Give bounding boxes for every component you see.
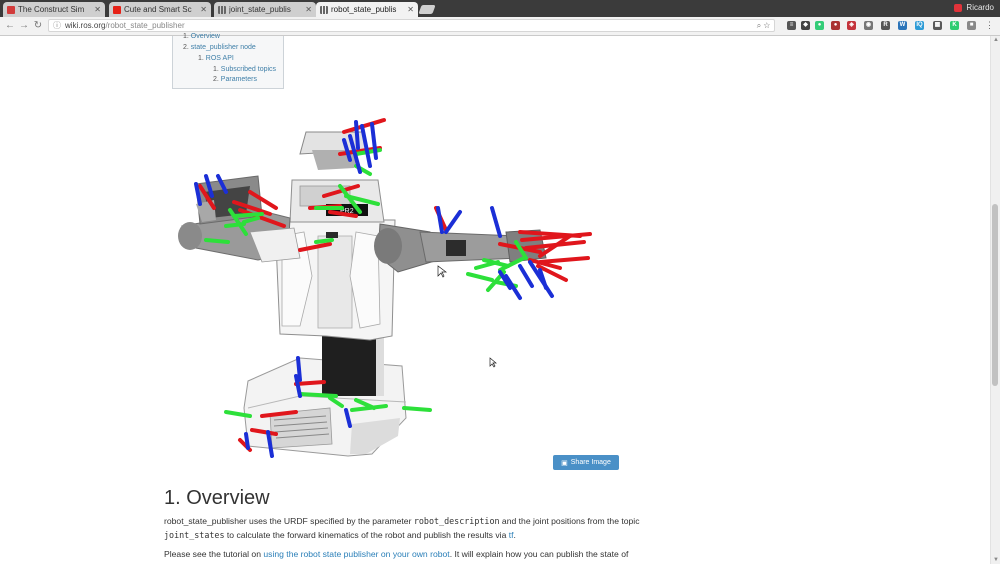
menu-icon[interactable]: ⋮ [985, 20, 994, 31]
grid-icon[interactable]: ▦ [933, 21, 942, 30]
tab-title: The Construct Sim [18, 5, 85, 14]
share-image-label: Share Image [570, 459, 611, 466]
close-icon[interactable]: ✕ [200, 5, 207, 14]
url-path: /robot_state_publisher [105, 21, 185, 30]
text-span: robot_state_publisher uses the URDF spec… [164, 516, 414, 526]
pocket-icon[interactable]: ◈ [847, 21, 856, 30]
text-span: and the joint positions from the topic [499, 516, 640, 526]
close-icon[interactable]: ✕ [94, 5, 101, 14]
text-span: Please see the tutorial on [164, 549, 264, 559]
construct-favicon-icon [7, 5, 15, 14]
url-host: wiki.ros.org [65, 21, 106, 30]
tab-joint-state-publisher[interactable]: joint_state_publis ✕ [214, 2, 316, 17]
pr2-robot-image: PR2 [178, 118, 592, 458]
profile-name: Ricardo [966, 3, 994, 12]
bookmark-star-icon[interactable]: ⌕ ☆ [757, 21, 770, 31]
back-arrow-icon[interactable]: ← [4, 19, 16, 32]
iq-icon[interactable]: IQ [915, 21, 924, 30]
profile-button[interactable]: Ricardo [954, 3, 994, 12]
tutorial-paragraph: Please see the tutorial on using the rob… [164, 547, 674, 561]
overview-paragraph: robot_state_publisher uses the URDF spec… [164, 514, 674, 542]
info-icon[interactable]: ⓘ [53, 20, 61, 31]
close-icon[interactable]: ✕ [305, 5, 312, 14]
lastpass-icon[interactable]: ● [831, 21, 840, 30]
mouse-cursor-icon [437, 265, 448, 278]
new-tab-button[interactable] [418, 5, 436, 14]
tab-youtube[interactable]: Cute and Smart Sc ✕ [109, 2, 211, 17]
browser-toolbar: ← → ↻ ⓘ wiki.ros.org/robot_state_publish… [0, 17, 1000, 36]
reload-icon[interactable]: ↻ [32, 19, 44, 32]
youtube-favicon-icon [113, 5, 121, 14]
tab-construct-sim[interactable]: The Construct Sim ✕ [3, 2, 105, 17]
extension-icon[interactable]: ■ [967, 21, 976, 30]
scrollbar-thumb[interactable] [992, 204, 998, 386]
forward-arrow-icon[interactable]: → [18, 19, 30, 32]
ws-icon[interactable]: W [898, 21, 907, 30]
tab-title: Cute and Smart Sc [124, 5, 192, 14]
camera-icon[interactable]: ◉ [864, 21, 873, 30]
tab-title: robot_state_publis [331, 5, 397, 14]
k-icon[interactable]: K [950, 21, 959, 30]
code-joint-states: joint_states [164, 530, 225, 540]
tutorial-link[interactable]: using the robot state publisher on your … [263, 549, 449, 559]
page-scrollbar[interactable]: ▲ ▼ [990, 36, 1000, 564]
share-image-button[interactable]: ▣ Share Image [553, 455, 619, 470]
stack-icon[interactable]: ◆ [801, 21, 810, 30]
address-bar[interactable]: ⓘ wiki.ros.org/robot_state_publisher ⌕ ☆ [48, 19, 775, 32]
shield-icon[interactable]: ● [815, 21, 824, 30]
scroll-down-icon[interactable]: ▼ [993, 557, 999, 563]
text-span: . It will explain how you can publish th… [449, 549, 629, 559]
mouse-cursor-icon [489, 357, 497, 368]
scroll-up-icon[interactable]: ▲ [993, 37, 999, 43]
tab-robot-state-publisher[interactable]: robot_state_publis ✕ [316, 2, 418, 17]
r-icon[interactable]: R [881, 21, 890, 30]
code-robot-description: robot_description [413, 516, 500, 526]
image-icon: ▣ [561, 459, 568, 467]
text-span: . [513, 530, 516, 540]
text-span: to calculate the forward kinematics of t… [224, 530, 509, 540]
profile-avatar-icon [954, 3, 963, 12]
overview-heading: 1. Overview [164, 487, 270, 509]
page-content: 1. Overview 2. state_publisher node 1. R… [0, 33, 1000, 564]
layers-icon[interactable]: ≡ [787, 21, 796, 30]
ros-favicon-icon [218, 5, 226, 14]
close-icon[interactable]: ✕ [407, 5, 414, 14]
tab-strip: The Construct Sim ✕ Cute and Smart Sc ✕ … [0, 0, 1000, 17]
tab-title: joint_state_publis [229, 5, 291, 14]
ros-favicon-icon [320, 5, 328, 14]
